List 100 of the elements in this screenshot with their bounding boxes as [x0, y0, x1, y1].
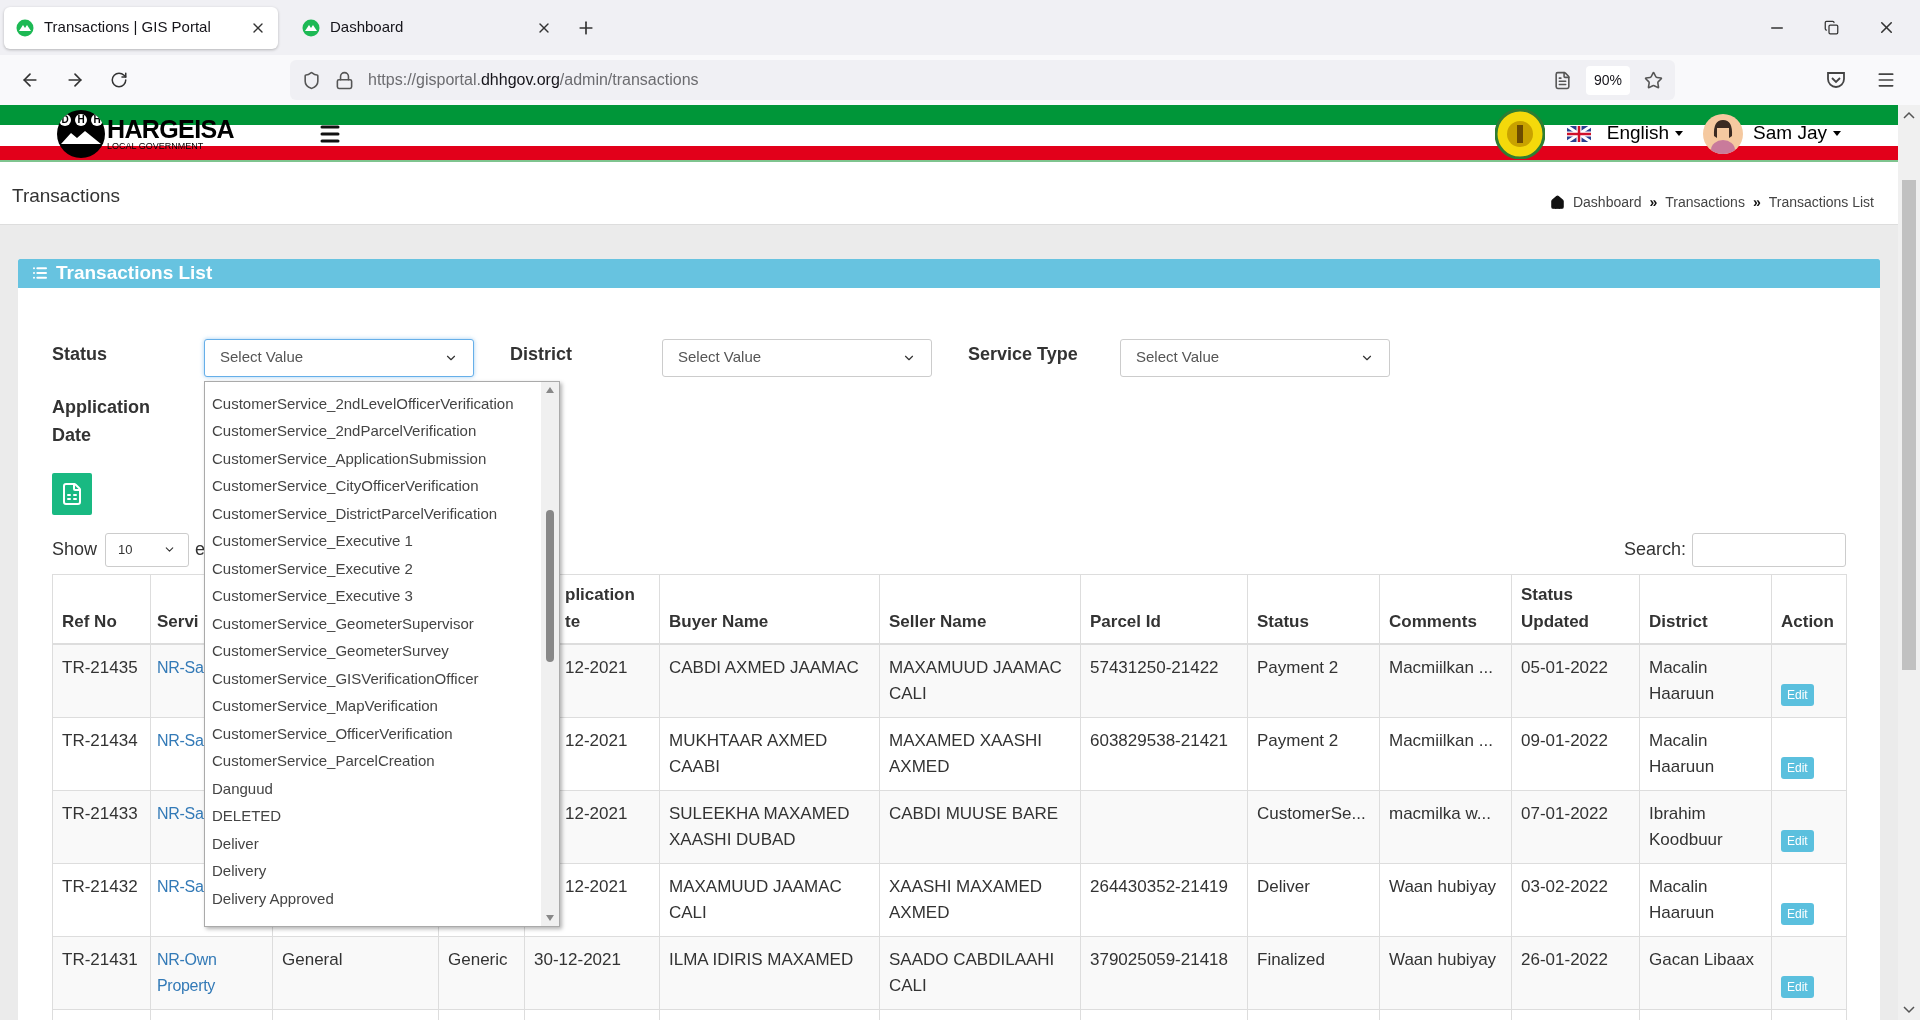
page-title: Transactions: [12, 184, 121, 208]
table-cell: 57431250-21422: [1090, 658, 1219, 677]
table-cell: Macmiilkan ...: [1389, 731, 1493, 750]
select-field[interactable]: Select Value: [204, 338, 474, 377]
dropdown-option[interactable]: CustomerService_OfficerVerification: [205, 719, 541, 747]
caret-icon: [1675, 131, 1684, 136]
dropdown-option[interactable]: CustomerService_Executive 2: [205, 554, 541, 582]
breadcrumb-separator: »: [1649, 193, 1658, 212]
table-cell: TR-21432: [62, 877, 138, 896]
filter-label: Application Date: [52, 395, 151, 447]
table-cell: 26-01-2022: [1521, 950, 1608, 969]
table-cell-text: 12-2021: [565, 876, 629, 898]
restore-icon[interactable]: [1824, 20, 1839, 35]
reload-icon[interactable]: [110, 71, 128, 89]
scroll-up-icon[interactable]: [1903, 111, 1915, 119]
entries-label: e: [195, 538, 206, 561]
language-dropdown[interactable]: English: [1606, 119, 1684, 148]
dropdown-option[interactable]: CustomerService_MapVerification: [205, 692, 541, 720]
search-field[interactable]: [1692, 532, 1846, 567]
table-cell: Deliver: [1257, 877, 1310, 896]
dropdown-option[interactable]: CustomerService_2ndParcelVerification: [205, 417, 541, 445]
bookmark-star-icon[interactable]: [1644, 70, 1663, 90]
caret-icon: [1833, 131, 1841, 136]
table-cell-text: 30-12-2021: [534, 949, 622, 971]
table-cell: TR-21435: [62, 658, 138, 677]
table-cell: MAXAMUUD JAAMAC CALI: [669, 877, 842, 922]
table-cell: 05-01-2022: [1521, 658, 1608, 677]
table-cell: 09-01-2022: [1521, 731, 1608, 750]
scrollbar-thumb[interactable]: [546, 509, 554, 662]
table-cell: Gacan Libaax: [1649, 950, 1754, 969]
breadcrumb-link[interactable]: Transactions: [1665, 192, 1745, 213]
page-scrollbar[interactable]: [1898, 105, 1920, 1020]
dropdown-option[interactable]: DELETED: [205, 802, 541, 830]
dropdown-option[interactable]: Delivery Approved: [205, 884, 541, 912]
table-cell: SULEEKHA MAXAMED XAASHI DUBAD: [669, 804, 850, 849]
list-icon: [32, 265, 48, 282]
dropdown-option[interactable]: CustomerService_Executive 3: [205, 582, 541, 610]
lock-icon[interactable]: [335, 70, 354, 90]
address-bar[interactable]: https://gisportal.dhhgov.org/admin/transactions 90%: [290, 60, 1675, 100]
dropdown-option[interactable]: CustomerService_DistrictParcelVerification: [205, 499, 541, 527]
spreadsheet-icon: [60, 481, 84, 506]
search-label: Search:: [1623, 538, 1686, 561]
zoom-level-badge[interactable]: 90%: [1585, 65, 1630, 95]
user-dropdown[interactable]: Sam Jay: [1753, 119, 1841, 148]
table-cell: MUKHTAAR AXMED CAABI: [669, 731, 828, 776]
browser-tab[interactable]: Transactions | GIS Portal: [4, 6, 278, 49]
table-cell: Generic: [448, 950, 508, 969]
table-cell: 379025059-21418: [1090, 950, 1229, 969]
site-favicon-icon: [16, 18, 34, 37]
reader-view-icon[interactable]: [1552, 70, 1572, 90]
table-cell: CustomerSe...: [1257, 804, 1366, 823]
select-field[interactable]: Select Value: [1120, 338, 1390, 377]
emblem-icon: [1494, 108, 1545, 159]
dropdown-option[interactable]: Deliver: [205, 829, 541, 857]
table-cell: TR-21433: [62, 804, 138, 823]
table-cell: ILMA IDIRIS MAXAMED: [669, 950, 854, 969]
shield-icon[interactable]: [302, 70, 321, 90]
tab-title: Dashboard: [330, 17, 405, 38]
scrollbar-thumb[interactable]: [1902, 180, 1916, 670]
dropdown-option[interactable]: CustomerService_GeometerSurvey: [205, 637, 541, 665]
table-cell: CABDI MUUSE BARE: [889, 804, 1059, 823]
scroll-up-icon[interactable]: [545, 385, 555, 394]
table-cell: macmilka w...: [1389, 804, 1492, 823]
dropdown-option[interactable]: CustomerService_Executive 1: [205, 527, 541, 555]
dropdown-option[interactable]: CustomerService_GeometerSupervisor: [205, 609, 541, 637]
dropdown-option[interactable]: Danguud: [205, 774, 541, 802]
select-field[interactable]: Select Value: [662, 338, 932, 377]
table-cell: TR-21431: [62, 950, 138, 969]
breadcrumb-link[interactable]: Transactions List: [1768, 192, 1874, 213]
table-cell-text: 12-2021: [565, 803, 629, 825]
pocket-icon[interactable]: [1826, 71, 1846, 89]
table-cell: Payment 2: [1257, 658, 1339, 677]
table-cell: 03-02-2022: [1521, 877, 1608, 896]
home-icon[interactable]: [1549, 195, 1565, 210]
table-cell: 264430352-21419: [1090, 877, 1229, 896]
dropdown-option[interactable]: CustomerService_2ndLevelOfficerVerification: [205, 389, 541, 417]
table-cell: Waan hubiyay: [1389, 950, 1497, 969]
mountain-icon: [61, 129, 101, 144]
table-cell: Waan hubiyay: [1389, 877, 1497, 896]
table-cell: MAXAMED XAASHI AXMED: [889, 731, 1043, 776]
table-cell: SAADO CABDILAAHI CALI: [889, 950, 1055, 995]
table-cell: 07-01-2022: [1521, 804, 1608, 823]
app-menu-icon[interactable]: [1876, 70, 1896, 90]
scroll-down-icon[interactable]: [1903, 1006, 1915, 1014]
breadcrumb-link[interactable]: Dashboard: [1572, 192, 1642, 213]
dropdown-option[interactable]: CustomerService_CityOfficerVerification: [205, 472, 541, 500]
dropdown-option[interactable]: CustomerService_ParcelCreation: [205, 747, 541, 775]
table-cell: XAASHI MAXAMED AXMED: [889, 877, 1043, 922]
dropdown-option[interactable]: Delivery: [205, 857, 541, 885]
table-cell: Ibrahim Koodbuur: [1649, 804, 1723, 849]
dropdown-option[interactable]: CustomerService_GISVerificationOfficer: [205, 664, 541, 692]
card-title: Transactions List: [56, 261, 213, 285]
scroll-down-icon[interactable]: [545, 913, 555, 922]
table-cell: Macalin Haaruun: [1649, 877, 1715, 922]
browser-tab[interactable]: Dashboard: [290, 6, 564, 49]
table-cell: CABDI AXMED JAAMAC: [669, 658, 859, 677]
avatar-icon[interactable]: [1703, 113, 1744, 154]
table-cell: MAXAMUUD JAAMAC CALI: [889, 658, 1062, 703]
page-length-select[interactable]: 10: [105, 532, 190, 567]
dropdown-option[interactable]: CustomerService_ApplicationSubmission: [205, 444, 541, 472]
